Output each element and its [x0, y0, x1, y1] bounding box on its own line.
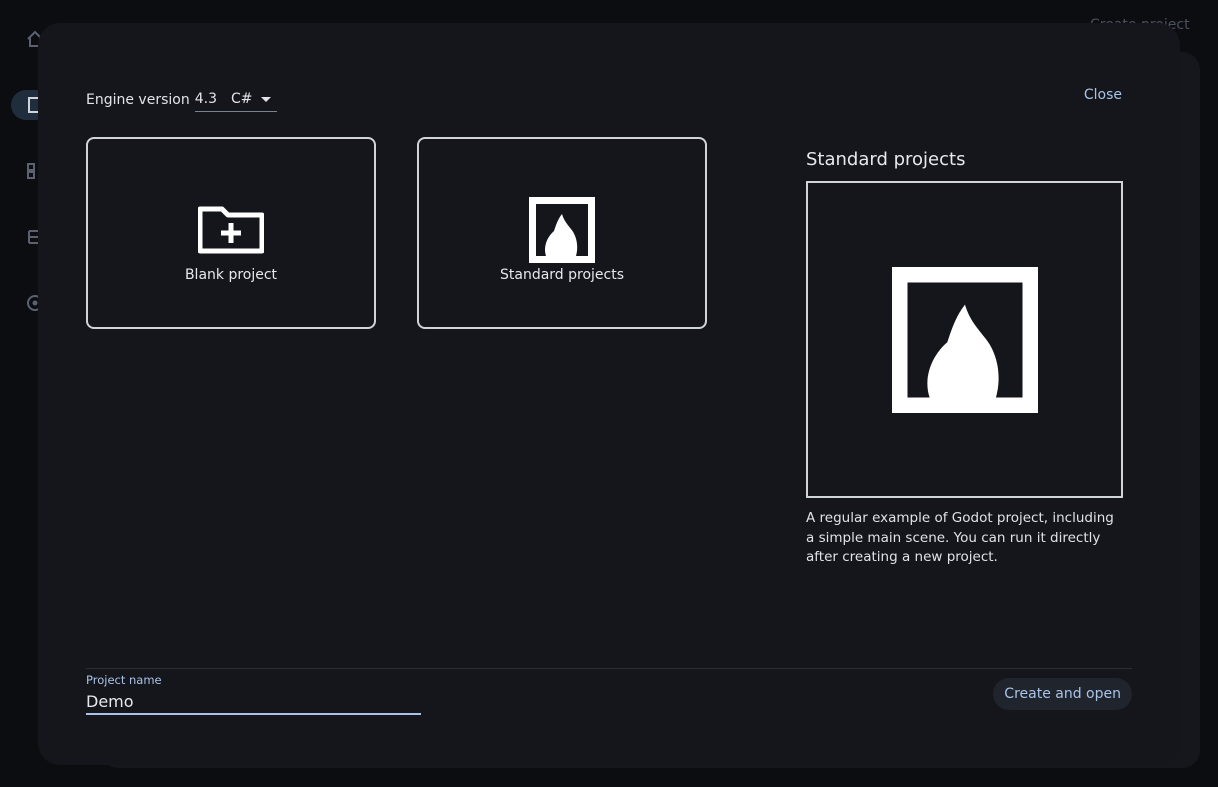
folder-add-icon [198, 197, 264, 263]
close-button[interactable]: Close [1084, 87, 1122, 103]
template-card-label: Standard projects [499, 267, 625, 283]
caret-down-icon [260, 96, 271, 102]
create-project-dialog: Engine version 4.3 C# Close Blank projec… [38, 23, 1180, 765]
project-name-input[interactable] [86, 689, 421, 715]
engine-version-dropdown[interactable]: 4.3 C# [194, 87, 277, 112]
footer-divider [86, 668, 1132, 669]
godot-fireplace-icon [892, 267, 1038, 413]
preview-description: A regular example of Godot project, incl… [806, 510, 1114, 565]
godot-fireplace-icon [529, 197, 595, 263]
engine-version-row: Engine version 4.3 C# [86, 87, 277, 112]
create-and-open-button[interactable]: Create and open [993, 678, 1132, 710]
preview-title: Standard projects [806, 149, 966, 170]
engine-version-value: 4.3 [194, 91, 217, 107]
template-card-blank[interactable]: Blank project [86, 137, 376, 329]
engine-version-label: Engine version [86, 91, 190, 108]
template-card-standard[interactable]: Standard projects [417, 137, 707, 329]
preview-image [806, 181, 1123, 498]
project-name-label: Project name [86, 673, 162, 687]
language-value: C# [230, 91, 253, 107]
template-card-label: Blank project [184, 267, 278, 283]
